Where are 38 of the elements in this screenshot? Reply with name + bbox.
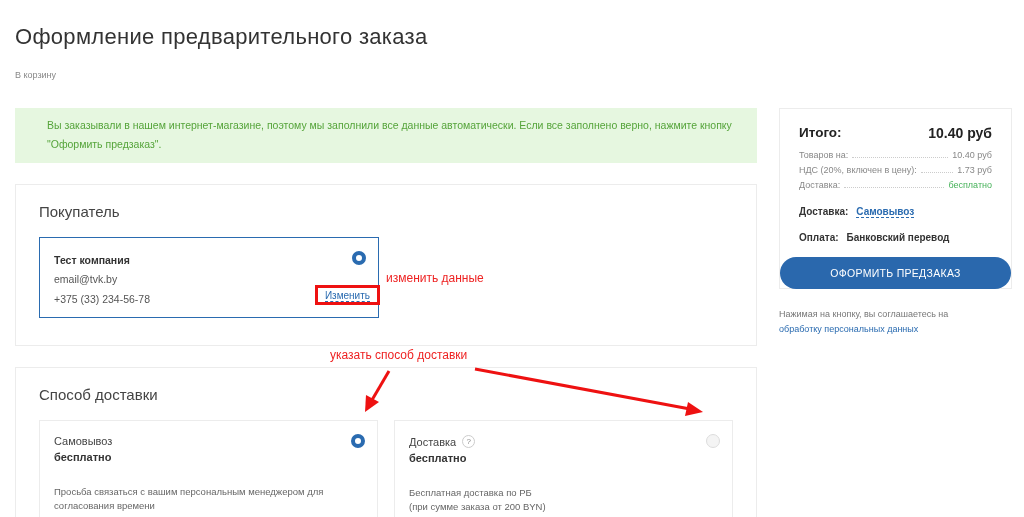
delivery-method-link[interactable]: Самовывоз xyxy=(856,206,915,218)
radio-button[interactable] xyxy=(352,251,366,265)
company-name: Тест компания xyxy=(54,254,130,266)
summary-value: 1.73 руб xyxy=(957,165,992,175)
delivery-option-card[interactable]: Доставка ? бесплатно Бесплатная доставка по РБ (при сумме заказа от 200 BYN) xyxy=(394,420,733,517)
summary-label: Доставка: xyxy=(799,180,841,190)
edit-link[interactable]: Изменить xyxy=(324,290,370,302)
cart-link[interactable]: В корзину xyxy=(15,70,57,80)
total-value: 10.40 руб xyxy=(928,125,992,141)
phone-text: +375 (33) 234-56-78 xyxy=(54,292,151,305)
summary-label: НДС (20%, включен в цену): xyxy=(799,165,917,175)
option-description: Просьба связаться с вашим персональным менеджером для согласования времени xyxy=(54,485,325,513)
delivery-label: Доставка: xyxy=(799,206,849,218)
payment-label: Оплата: xyxy=(799,232,839,243)
submit-preorder-button[interactable]: ОФОРМИТЬ ПРЕДЗАКАЗ xyxy=(780,257,1011,289)
buyer-card[interactable]: Тест компания email@tvk.by +375 (33) 234-56-78 Изменить xyxy=(39,237,379,318)
page-title: Оформление предварительного заказа xyxy=(15,24,429,50)
annotation-text: указать способ доставки xyxy=(330,348,468,362)
info-notice: Вы заказывали в нашем интернет-магазине, поэтому мы заполнили все данные автоматически. Если все заполнено верно, нажмите кнопку "Оформить предзаказ". xyxy=(15,108,757,163)
option-description: Бесплатная доставка по РБ (при сумме заказа от 200 BYN) xyxy=(409,486,547,514)
option-price: бесплатно xyxy=(409,452,468,464)
summary-label: Товаров на: xyxy=(799,150,849,160)
email-text: email@tvk.by xyxy=(54,273,119,285)
option-name: Самовывоз xyxy=(54,435,113,447)
option-price: бесплатно xyxy=(54,451,113,463)
annotation-arrow xyxy=(365,370,391,412)
summary-value: бесплатно xyxy=(948,180,992,190)
consent-text: Нажимая на кнопку, вы соглашаетесь на обработку персональных данных xyxy=(779,308,950,336)
section-heading: Способ доставки xyxy=(39,386,159,403)
privacy-link[interactable]: обработку персональных данных xyxy=(779,324,919,334)
summary-value: 10.40 руб xyxy=(952,150,992,160)
section-heading: Покупатель xyxy=(39,203,121,220)
annotation-text: изменить данные xyxy=(386,270,484,285)
radio-button[interactable] xyxy=(351,434,365,448)
option-name: Доставка xyxy=(409,435,457,448)
delivery-option-card[interactable]: Самовывоз бесплатно Просьба связаться с вашим персональным менеджером для согласования времени xyxy=(39,420,378,517)
payment-method: Банковский перевод xyxy=(846,232,950,243)
total-label: Итого: xyxy=(799,125,842,141)
